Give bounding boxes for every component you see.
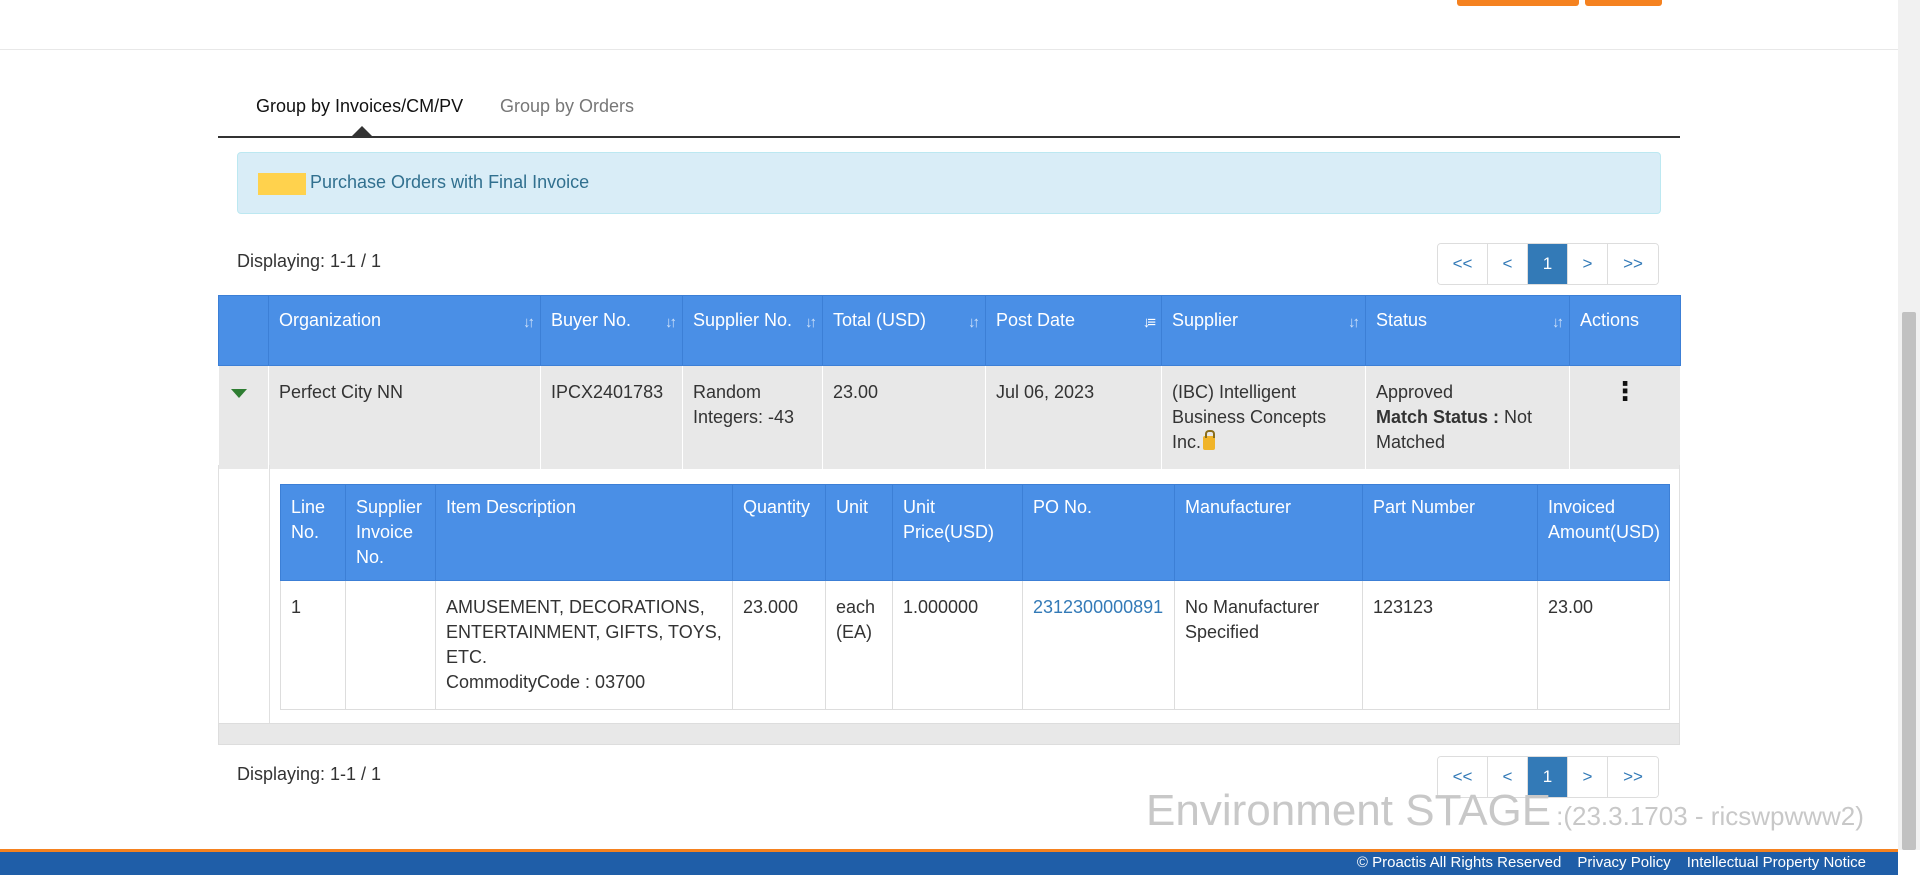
cell-buyer-no: IPCX2401783: [540, 365, 683, 469]
sort-descending-icon[interactable]: ↓≡: [1143, 310, 1156, 335]
environment-label: Environment STAGE: [1146, 786, 1552, 835]
expand-toggle[interactable]: [218, 365, 269, 469]
displaying-count-top: Displaying: 1-1 / 1: [237, 251, 382, 271]
po-number-link[interactable]: 2312300000891: [1033, 597, 1163, 617]
copyright-text: © Proactis All Rights Reserved: [1356, 854, 1562, 871]
table-row: 1 AMUSEMENT, DECORATIONS, ENTERTAINMENT,…: [280, 580, 1670, 710]
column-header-status[interactable]: Status ↓↑: [1365, 295, 1570, 366]
ip-notice-link[interactable]: Intellectual Property Notice: [1687, 854, 1866, 871]
expand-caret-icon[interactable]: [230, 389, 247, 398]
sort-icon[interactable]: ↓↑: [805, 310, 817, 335]
tab-bar: Group by Invoices/CM/PV Group by Orders: [218, 90, 1680, 138]
match-status-label: Match Status :: [1376, 407, 1500, 427]
active-tab-indicator: [352, 126, 372, 136]
cell-organization: Perfect City NN: [268, 365, 541, 469]
more-actions-icon[interactable]: ⋮: [1580, 378, 1670, 404]
cell-post-date: Jul 06, 2023: [985, 365, 1162, 469]
cell-item-description: AMUSEMENT, DECORATIONS, ENTERTAINMENT, G…: [435, 580, 733, 710]
supplier-name: (IBC) Intelligent Business Concepts Inc.: [1172, 382, 1327, 452]
cell-unit-price: 1.000000: [892, 580, 1023, 710]
legend-info-box: Purchase Orders with Final Invoice: [237, 152, 1661, 214]
column-header-supplier-invoice-no: Supplier Invoice No.: [345, 484, 436, 581]
line-items-table: Line No. Supplier Invoice No. Item Descr…: [280, 484, 1670, 710]
cell-status: Approved Match Status : Not Matched: [1365, 365, 1570, 469]
column-header-manufacturer: Manufacturer: [1174, 484, 1363, 581]
sort-icon[interactable]: ↓↑: [968, 310, 980, 335]
column-header-quantity: Quantity: [732, 484, 826, 581]
sort-icon[interactable]: ↓↑: [1348, 310, 1360, 335]
page-current-button[interactable]: 1: [1528, 244, 1568, 284]
displaying-count-bottom: Displaying: 1-1 / 1: [237, 764, 382, 784]
scrollbar[interactable]: [1898, 0, 1920, 850]
sort-icon[interactable]: ↓↑: [1552, 310, 1564, 335]
column-header-unit: Unit: [825, 484, 893, 581]
cell-unit: each (EA): [825, 580, 893, 710]
invoice-table: Organization ↓↑ Buyer No. ↓↑ Supplier No. ↓…: [218, 295, 1681, 469]
tab-group-by-orders[interactable]: Group by Orders: [500, 96, 634, 117]
item-description-text: AMUSEMENT, DECORATIONS, ENTERTAINMENT, G…: [446, 597, 722, 667]
column-header-actions: Actions: [1569, 295, 1681, 366]
column-header-line-no: Line No.: [280, 484, 346, 581]
page-prev-button[interactable]: <: [1488, 244, 1528, 284]
page-last-button[interactable]: >>: [1608, 244, 1658, 284]
column-header-post-date[interactable]: Post Date ↓≡: [985, 295, 1162, 366]
table-row: Perfect City NN IPCX2401783 Random Integ…: [218, 365, 1681, 469]
page-next-button[interactable]: >: [1568, 244, 1608, 284]
cell-part-number: 123123: [1362, 580, 1538, 710]
environment-version: :(23.3.1703 - ricswpwww2): [1556, 801, 1864, 831]
lock-icon: [1203, 430, 1216, 450]
privacy-policy-link[interactable]: Privacy Policy: [1577, 854, 1670, 871]
table-footer-bar: [218, 723, 1680, 745]
cell-manufacturer: No Manufacturer Specified: [1174, 580, 1363, 710]
page-footer: © Proactis All Rights Reserved Privacy P…: [0, 849, 1898, 875]
column-header-organization[interactable]: Organization ↓↑: [268, 295, 541, 366]
status-value: Approved: [1376, 382, 1454, 402]
column-header-invoiced-amount: Invoiced Amount(USD): [1537, 484, 1670, 581]
expand-column-header: [218, 295, 269, 366]
cell-supplier-no: Random Integers: -43: [682, 365, 823, 469]
cell-po-no: 2312300000891: [1022, 580, 1175, 710]
column-header-po-no: PO No.: [1022, 484, 1175, 581]
tab-group-by-invoices[interactable]: Group by Invoices/CM/PV: [256, 96, 463, 117]
detail-indent: [219, 465, 270, 743]
top-bar: [0, 0, 1898, 50]
page-first-button[interactable]: <<: [1438, 244, 1488, 284]
column-header-part-number: Part Number: [1362, 484, 1538, 581]
cell-actions: ⋮: [1569, 365, 1681, 469]
column-header-item-description: Item Description: [435, 484, 733, 581]
legend-text: Purchase Orders with Final Invoice: [310, 172, 590, 192]
sort-icon[interactable]: ↓↑: [665, 310, 677, 335]
column-header-supplier-no[interactable]: Supplier No. ↓↑: [682, 295, 823, 366]
cell-supplier-invoice-no: [345, 580, 436, 710]
pagination-top: << < 1 > >>: [1437, 243, 1659, 285]
cell-quantity: 23.000: [732, 580, 826, 710]
column-header-supplier[interactable]: Supplier ↓↑: [1161, 295, 1366, 366]
scrollbar-thumb[interactable]: [1902, 312, 1916, 850]
commodity-code: CommodityCode : 03700: [446, 672, 646, 692]
cell-supplier: (IBC) Intelligent Business Concepts Inc.: [1161, 365, 1366, 469]
legend-swatch: [258, 173, 306, 195]
environment-watermark: Environment STAGE :(23.3.1703 - ricswpww…: [1146, 786, 1864, 836]
cell-invoiced-amount: 23.00: [1537, 580, 1670, 710]
cell-total: 23.00: [822, 365, 986, 469]
column-header-buyer-no[interactable]: Buyer No. ↓↑: [540, 295, 683, 366]
sort-icon[interactable]: ↓↑: [523, 310, 535, 335]
column-header-total[interactable]: Total (USD) ↓↑: [822, 295, 986, 366]
top-action-button-1[interactable]: [1457, 0, 1579, 6]
column-header-unit-price: Unit Price(USD): [892, 484, 1023, 581]
cell-line-no: 1: [280, 580, 346, 710]
top-action-button-2[interactable]: [1585, 0, 1662, 6]
